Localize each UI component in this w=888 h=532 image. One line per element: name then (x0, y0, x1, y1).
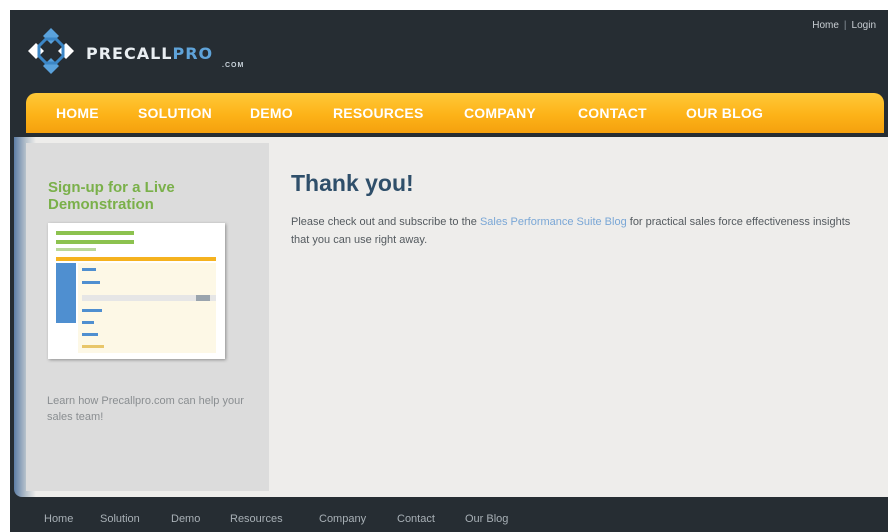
footer-link-home[interactable]: Home (44, 513, 73, 525)
nav-resources[interactable]: RESOURCES (333, 105, 423, 121)
top-link-separator: | (843, 20, 847, 31)
brand-accent-text: PRO (172, 44, 214, 63)
top-link-login[interactable]: Login (852, 20, 876, 31)
main-nav: HOME SOLUTION DEMO RESOURCES COMPANY CON… (26, 93, 884, 133)
nav-home[interactable]: HOME (56, 105, 99, 121)
nav-company[interactable]: COMPANY (464, 105, 536, 121)
brand-domain: .COM (222, 62, 245, 69)
sidebar: Sign-up for a Live Demonstration Learn h… (26, 143, 269, 491)
top-links: Home | Login (812, 20, 876, 31)
brand-name[interactable]: PRECALLPRO (86, 44, 213, 63)
footer-link-resources[interactable]: Resources (230, 513, 283, 525)
footer-link-contact[interactable]: Contact (397, 513, 435, 525)
footer-link-company[interactable]: Company (319, 513, 366, 525)
nav-contact[interactable]: CONTACT (578, 105, 647, 121)
blog-link[interactable]: Sales Performance Suite Blog (480, 216, 627, 228)
nav-demo[interactable]: DEMO (250, 105, 293, 121)
thank-you-message: Please check out and subscribe to the Sa… (291, 213, 871, 249)
sidebar-title[interactable]: Sign-up for a Live Demonstration (48, 179, 248, 213)
footer-link-demo[interactable]: Demo (171, 513, 200, 525)
top-link-home[interactable]: Home (812, 20, 839, 31)
precallpro-logo-icon[interactable] (26, 26, 76, 76)
footer-link-solution[interactable]: Solution (100, 513, 140, 525)
nav-our-blog[interactable]: OUR BLOG (686, 105, 763, 121)
demo-screenshot-thumbnail[interactable] (48, 223, 225, 359)
sidebar-note: Learn how Precallpro.com can help your s… (47, 395, 244, 423)
brand-main-text: PRECALL (86, 44, 173, 63)
footer-link-our-blog[interactable]: Our Blog (465, 513, 508, 525)
page-title: Thank you! (291, 170, 414, 196)
message-text-start: Please check out and subscribe to the (291, 216, 480, 228)
nav-solution[interactable]: SOLUTION (138, 105, 212, 121)
